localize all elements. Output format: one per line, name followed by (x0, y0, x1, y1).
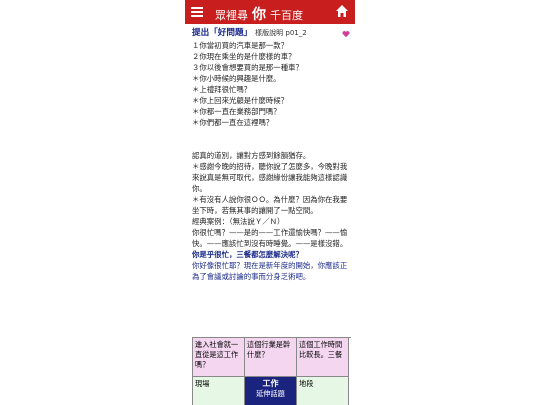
grid-cell-1[interactable]: 進入社會就一直從是這工作嗎？ (193, 338, 245, 377)
grid-cell-2[interactable]: 這個行業是幹什麼？ (245, 338, 297, 377)
question-5: ＊上禮拜很忙嗎？ (192, 85, 252, 94)
paragraph-2: ＊感謝今晚的招待，聽你說了怎麼多，今晚對我來說真是無可取代，感謝緣份讓我能夠這樣… (192, 162, 348, 193)
grid-cell-3[interactable]: 這個工作時間比較長。三餐 (297, 338, 349, 377)
article-content: 提出「好問題」 樣版說明 p01_2 １你當初買的汽車是那一款？ ２你現在乘坐的是… (192, 27, 350, 282)
brand-big: 你 (252, 7, 266, 23)
highlight-question: 你是乎很忙，三餐都怎麼解決呢？ (192, 250, 303, 259)
question-8: ＊你們都一直在這裡嗎？ (192, 118, 274, 127)
section-header: 提出「好問題」 樣版說明 p01_2 (192, 27, 350, 40)
brand-left: 眾裡尋 (215, 9, 248, 22)
question-3: ３你以後會想要買的是那一種車？ (192, 63, 303, 72)
grid-cell-center[interactable]: 工作 延伸話題 (245, 377, 297, 405)
question-6: ＊你上回來光顧是什麼時候？ (192, 96, 289, 105)
section-subtitle: 樣版說明 p01_2 (255, 29, 307, 37)
site-brand[interactable]: 眾裡尋你千百度 (215, 4, 303, 24)
paragraph-5: 你很忙嗎？——是的——工作還愉快嗎？——愉快。——應該忙到沒有時睡覺。——是樣沒… (192, 228, 348, 248)
grid-cell-6[interactable]: 地段 (297, 377, 349, 405)
mobile-page: 眾裡尋你千百度 提出「好問題」 樣版說明 p01_2 １你當初買的汽車是那一款？ … (185, 0, 355, 405)
paragraph-4: 經典案例：（無法說Ｙ／Ｎ） (192, 217, 285, 226)
question-1: １你當初買的汽車是那一款？ (192, 41, 289, 50)
grid-center-subtitle: 延伸話題 (256, 389, 285, 398)
question-2: ２你現在乘坐的是什麼樣的車？ (192, 52, 296, 61)
highlight-text: 你好像很忙耶？現在是新年度的開始，你應該正為了會議或討論的事而分身乏術吧。 (192, 261, 348, 281)
section-title: 提出「好問題」 樣版說明 p01_2 (192, 28, 307, 38)
grid-center-title: 工作 (262, 379, 279, 388)
top-bar: 眾裡尋你千百度 (185, 0, 355, 24)
paragraph-1: 認真的道別，讓對方感到餘韻猶存。 (192, 151, 311, 160)
question-7: ＊你都一直在業務部門嗎？ (192, 107, 281, 116)
home-icon[interactable] (335, 4, 349, 18)
grid-cell-4[interactable]: 現場 (193, 377, 245, 405)
brand-right: 千百度 (270, 9, 303, 22)
question-4: ＊你小時候的興趣是什麼。 (192, 74, 281, 83)
topic-grid: 進入社會就一直從是這工作嗎？ 這個行業是幹什麼？ 這個工作時間比較長。三餐 現場… (192, 337, 351, 405)
hamburger-icon[interactable] (191, 7, 203, 17)
paragraph-3: ＊有沒有人說你很ＯＯ。為什麼？因為你在我要坐下時，若無其事的讓開了一點空間。 (192, 195, 348, 215)
heart-icon[interactable] (342, 30, 350, 38)
